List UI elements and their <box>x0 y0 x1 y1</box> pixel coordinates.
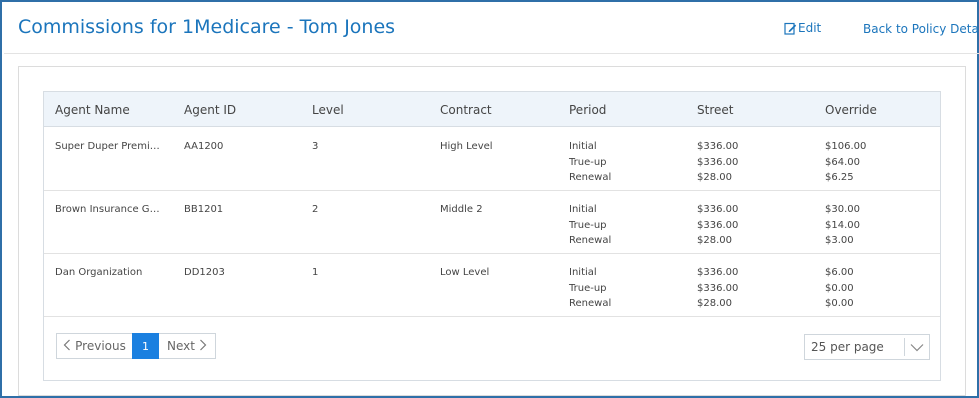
page-1-button[interactable]: 1 <box>132 333 159 359</box>
street-cell: $336.00 $336.00 $28.00 <box>697 202 738 249</box>
back-to-policy-details-link[interactable]: Back to Policy Details <box>863 22 979 36</box>
override-value: $14.00 <box>825 219 860 231</box>
override-value: $30.00 <box>825 204 860 215</box>
street-value: $336.00 <box>697 282 739 294</box>
street-value: $28.00 <box>697 298 732 309</box>
override-value: $6.00 <box>825 267 854 278</box>
per-page-value: 25 per page <box>811 340 884 354</box>
edit-label: Edit <box>798 21 822 35</box>
next-page-button[interactable]: Next <box>159 333 216 359</box>
previous-page-button[interactable]: Previous <box>56 333 132 359</box>
column-header-agent-id[interactable]: Agent ID <box>184 103 236 117</box>
period-value: True-up <box>569 282 607 294</box>
period-value: Renewal <box>569 298 612 309</box>
period-cell: Initial True-up Renewal <box>569 139 611 186</box>
contract-cell: Middle 2 <box>440 204 483 215</box>
period-value: Initial <box>569 204 597 215</box>
commissions-panel: Agent Name Agent ID Level Contract Perio… <box>18 66 966 396</box>
period-value: Initial <box>569 267 597 278</box>
column-header-agent-name[interactable]: Agent Name <box>55 103 130 117</box>
street-value: $336.00 <box>697 219 739 231</box>
window-frame: Commissions for 1Medicare - Tom Jones Ed… <box>0 0 979 398</box>
per-page-select[interactable]: 25 per page <box>804 334 930 360</box>
contract-cell: High Level <box>440 141 493 152</box>
column-header-period[interactable]: Period <box>569 103 606 117</box>
agent-id-cell: DD1203 <box>184 267 225 278</box>
override-value: $106.00 <box>825 141 867 152</box>
commissions-table: Agent Name Agent ID Level Contract Perio… <box>43 91 941 381</box>
street-value: $336.00 <box>697 204 739 215</box>
override-value: $6.25 <box>825 172 854 183</box>
override-value: $3.00 <box>825 235 854 246</box>
table-row[interactable]: Super Duper Premium ... AA1200 3 High Le… <box>44 128 940 191</box>
override-cell: $6.00 $0.00 $0.00 <box>825 265 854 312</box>
pagination: Previous 1 Next <box>56 333 216 359</box>
period-value: Renewal <box>569 172 612 183</box>
table-header: Agent Name Agent ID Level Contract Perio… <box>44 92 940 127</box>
level-cell: 1 <box>312 267 319 278</box>
street-value: $336.00 <box>697 156 739 168</box>
override-value: $0.00 <box>825 282 854 294</box>
street-value: $336.00 <box>697 267 739 278</box>
page-title: Commissions for 1Medicare - Tom Jones <box>18 16 396 38</box>
override-cell: $106.00 $64.00 $6.25 <box>825 139 866 186</box>
period-cell: Initial True-up Renewal <box>569 202 611 249</box>
override-value: $0.00 <box>825 298 854 309</box>
chevron-left-icon <box>63 339 71 354</box>
column-header-contract[interactable]: Contract <box>440 103 492 117</box>
next-label: Next <box>167 339 195 353</box>
edit-icon <box>784 22 797 35</box>
table-row[interactable]: Brown Insurance Group BB1201 2 Middle 2 … <box>44 191 940 254</box>
column-header-level[interactable]: Level <box>312 103 344 117</box>
agent-id-cell: AA1200 <box>184 141 224 152</box>
level-cell: 3 <box>312 141 319 152</box>
period-value: True-up <box>569 156 607 168</box>
edit-link[interactable]: Edit <box>784 21 821 35</box>
period-cell: Initial True-up Renewal <box>569 265 611 312</box>
street-value: $28.00 <box>697 172 732 183</box>
contract-cell: Low Level <box>440 267 490 278</box>
period-value: Renewal <box>569 235 612 246</box>
table-row[interactable]: Dan Organization DD1203 1 Low Level Init… <box>44 254 940 317</box>
agent-name-cell: Super Duper Premium ... <box>55 141 163 152</box>
period-value: Initial <box>569 141 597 152</box>
chevron-right-icon <box>199 339 207 354</box>
override-cell: $30.00 $14.00 $3.00 <box>825 202 860 249</box>
street-value: $336.00 <box>697 141 739 152</box>
agent-name-cell: Dan Organization <box>55 267 143 278</box>
street-cell: $336.00 $336.00 $28.00 <box>697 265 738 312</box>
override-value: $64.00 <box>825 156 860 168</box>
column-header-override[interactable]: Override <box>825 103 877 117</box>
previous-label: Previous <box>75 339 126 353</box>
street-value: $28.00 <box>697 235 732 246</box>
street-cell: $336.00 $336.00 $28.00 <box>697 139 738 186</box>
agent-id-cell: BB1201 <box>184 204 224 215</box>
level-cell: 2 <box>312 204 319 215</box>
agent-name-cell: Brown Insurance Group <box>55 204 163 215</box>
chevron-down-icon <box>905 343 929 352</box>
column-header-street[interactable]: Street <box>697 103 733 117</box>
period-value: True-up <box>569 219 607 231</box>
page-header: Commissions for 1Medicare - Tom Jones Ed… <box>4 4 979 54</box>
